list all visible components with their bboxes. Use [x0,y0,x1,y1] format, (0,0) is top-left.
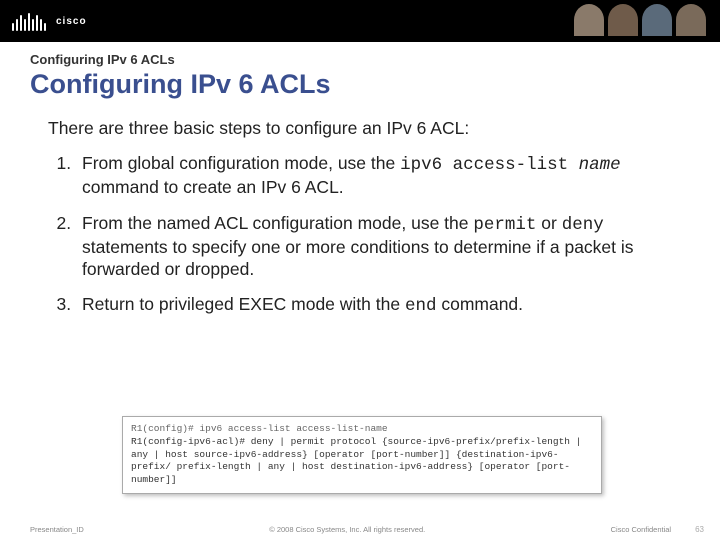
footer-copyright: © 2008 Cisco Systems, Inc. All rights re… [84,525,611,534]
step2-command-permit: permit [473,215,536,235]
list-item: From global configuration mode, use the … [76,153,670,199]
step3-text-b: command. [436,294,523,314]
footer-page-number: 63 [695,525,704,534]
header-banner: cisco [0,0,720,42]
intro-text: There are three basic steps to configure… [48,118,690,139]
slide-content: Configuring IPv 6 ACLs Configuring IPv 6… [0,42,720,318]
cisco-logo: cisco [12,11,87,31]
step2-text-b: statements to specify one or more condit… [82,237,634,279]
syntax-line1: R1(config)# ipv6 access-list access-list… [131,423,593,436]
slide-title: Configuring IPv 6 ACLs [30,69,690,100]
footer-confidential: Cisco Confidential [611,525,671,534]
step2-mid: or [536,213,561,233]
cisco-logo-bars [12,11,46,31]
steps-list: From global configuration mode, use the … [76,153,690,318]
syntax-card: R1(config)# ipv6 access-list access-list… [122,416,602,494]
syntax-line2: R1(config-ipv6-acl)# deny | permit proto… [131,436,593,487]
list-item: Return to privileged EXEC mode with the … [76,294,670,318]
step1-command: ipv6 access-list [400,155,568,175]
step3-text-a: Return to privileged EXEC mode with the [82,294,405,314]
step3-command: end [405,296,437,316]
footer-presentation-id: Presentation_ID [30,525,84,534]
banner-people-image [574,4,706,36]
step2-text-a: From the named ACL configuration mode, u… [82,213,473,233]
step2-command-deny: deny [562,215,604,235]
step1-text-b: command to create an IPv 6 ACL. [82,177,344,197]
cisco-logo-text: cisco [56,16,87,27]
section-label: Configuring IPv 6 ACLs [30,52,690,67]
footer: Presentation_ID © 2008 Cisco Systems, In… [0,525,720,534]
step1-text-a: From global configuration mode, use the [82,153,400,173]
list-item: From the named ACL configuration mode, u… [76,213,670,281]
step1-arg: name [568,155,621,175]
